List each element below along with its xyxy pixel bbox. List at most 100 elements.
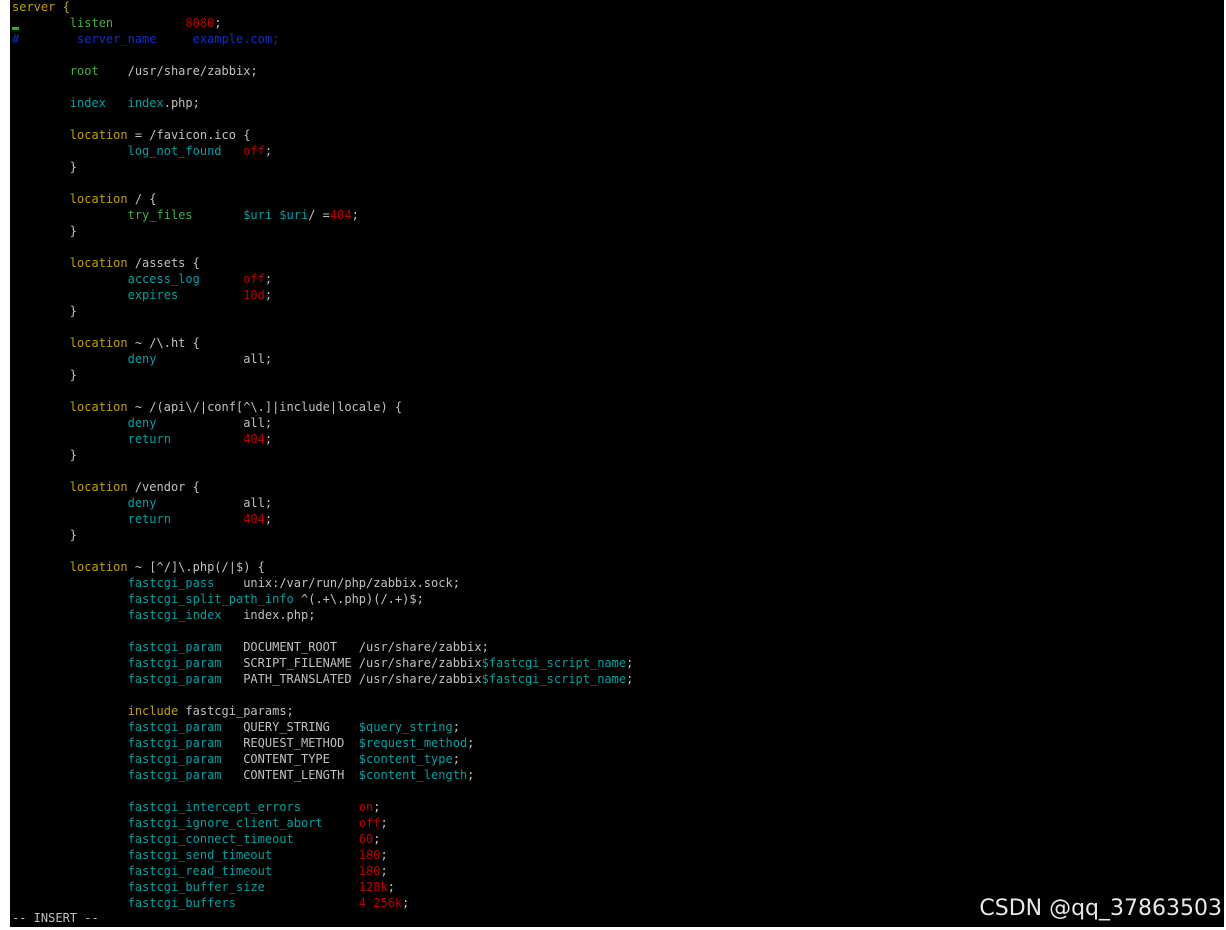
- code-token: location: [69, 400, 128, 414]
- code-line[interactable]: fastcgi_param REQUEST_METHOD $request_me…: [12, 735, 475, 751]
- code-token: $fastcgi_script_name: [481, 656, 627, 670]
- code-line[interactable]: return 404;: [12, 431, 273, 447]
- code-token: / =: [308, 208, 330, 222]
- code-token: $query_string: [358, 720, 453, 734]
- code-line[interactable]: fastcgi_read_timeout 180;: [12, 863, 388, 879]
- code-token: SCRIPT_FILENAME /usr/share/zabbix: [221, 656, 482, 670]
- code-line[interactable]: return 404;: [12, 511, 273, 527]
- code-line[interactable]: deny all;: [12, 495, 273, 511]
- code-token: server {: [12, 0, 70, 14]
- code-token: fastcgi_param: [127, 656, 222, 670]
- code-line[interactable]: location ~ [^/]\.php(/|$) {: [12, 559, 265, 575]
- code-token: ~ /(api\/|conf[^\.]|include|locale) {: [127, 400, 403, 414]
- code-token: server_name example.com;: [19, 32, 280, 46]
- vim-mode-indicator: -- INSERT --: [12, 911, 99, 925]
- code-line[interactable]: fastcgi_param SCRIPT_FILENAME /usr/share…: [12, 655, 634, 671]
- code-line[interactable]: fastcgi_split_path_info ^(.+\.php)(/.+)$…: [12, 591, 424, 607]
- code-line[interactable]: location = /favicon.ico {: [12, 127, 251, 143]
- code-line[interactable]: location /vendor {: [12, 479, 200, 495]
- code-token: ;: [373, 800, 381, 814]
- code-token: }: [12, 528, 78, 542]
- code-token: ;: [380, 848, 388, 862]
- code-line[interactable]: }: [12, 447, 77, 463]
- code-line[interactable]: fastcgi_index index.php;: [12, 607, 316, 623]
- code-token: expires: [127, 288, 179, 302]
- code-line[interactable]: }: [12, 159, 77, 175]
- code-line[interactable]: location ~ /\.ht {: [12, 335, 200, 351]
- code-line[interactable]: fastcgi_pass unix:/var/run/php/zabbix.so…: [12, 575, 460, 591]
- code-token: 4 256k: [358, 896, 403, 910]
- code-line[interactable]: log_not_found off;: [12, 143, 273, 159]
- code-line[interactable]: fastcgi_ignore_client_abort off;: [12, 815, 388, 831]
- code-line[interactable]: fastcgi_param DOCUMENT_ROOT /usr/share/z…: [12, 639, 489, 655]
- code-line[interactable]: location ~ /(api\/|conf[^\.]|include|loc…: [12, 399, 402, 415]
- code-line[interactable]: fastcgi_buffer_size 128k;: [12, 879, 395, 895]
- code-token: ^(.+\.php)(/.+)$;: [293, 592, 424, 606]
- code-line[interactable]: access_log off;: [12, 271, 273, 287]
- code-token: fastcgi_param: [127, 720, 222, 734]
- code-line[interactable]: fastcgi_buffers 4 256k;: [12, 895, 410, 911]
- code-token: location: [69, 192, 128, 206]
- code-line[interactable]: try_files $uri $uri/ =404;: [12, 207, 359, 223]
- code-line[interactable]: fastcgi_param QUERY_STRING $query_string…: [12, 719, 460, 735]
- code-token: fastcgi_connect_timeout: [127, 832, 294, 846]
- code-token: ;: [387, 880, 395, 894]
- code-line[interactable]: deny all;: [12, 415, 273, 431]
- code-line[interactable]: expires 10d;: [12, 287, 273, 303]
- code-token: CONTENT_LENGTH: [221, 768, 359, 782]
- code-token: DOCUMENT_ROOT /usr/share/zabbix;: [221, 640, 489, 654]
- code-line[interactable]: root /usr/share/zabbix;: [12, 63, 258, 79]
- code-token: .php;: [163, 96, 200, 110]
- code-line[interactable]: fastcgi_connect_timeout 60;: [12, 831, 381, 847]
- code-line[interactable]: deny all;: [12, 351, 273, 367]
- code-token: 404: [243, 432, 265, 446]
- code-token: $uri $uri: [243, 208, 309, 222]
- code-token: 180: [358, 864, 381, 878]
- code-line[interactable]: fastcgi_intercept_errors on;: [12, 799, 381, 815]
- code-line[interactable]: fastcgi_param PATH_TRANSLATED /usr/share…: [12, 671, 634, 687]
- code-line[interactable]: }: [12, 223, 77, 239]
- code-token: ;: [402, 896, 410, 910]
- code-line[interactable]: include fastcgi_params;: [12, 703, 294, 719]
- code-token: fastcgi_ignore_client_abort: [127, 816, 323, 830]
- code-token: fastcgi_split_path_info: [127, 592, 294, 606]
- code-line[interactable]: listen 8080;: [12, 15, 222, 31]
- code-line[interactable]: fastcgi_send_timeout 180;: [12, 847, 388, 863]
- code-line[interactable]: }: [12, 367, 77, 383]
- code-line[interactable]: # server_name example.com;: [12, 31, 279, 47]
- code-line[interactable]: }: [12, 527, 77, 543]
- code-token: listen: [69, 16, 114, 30]
- code-token: fastcgi_pass: [127, 576, 215, 590]
- code-line[interactable]: fastcgi_param CONTENT_LENGTH $content_le…: [12, 767, 475, 783]
- code-token: ;: [264, 144, 273, 158]
- code-line[interactable]: server {: [12, 0, 70, 15]
- code-token: return: [127, 432, 171, 446]
- code-line[interactable]: location /assets {: [12, 255, 200, 271]
- code-token: REQUEST_METHOD: [221, 736, 359, 750]
- code-token: fastcgi_buffers: [127, 896, 236, 910]
- code-token: }: [12, 224, 78, 238]
- code-line[interactable]: fastcgi_param CONTENT_TYPE $content_type…: [12, 751, 460, 767]
- code-token: fastcgi_send_timeout: [127, 848, 273, 862]
- code-line[interactable]: index index.php;: [12, 95, 200, 111]
- code-token: ;: [467, 736, 475, 750]
- code-line[interactable]: location / {: [12, 191, 157, 207]
- code-line[interactable]: }: [12, 303, 77, 319]
